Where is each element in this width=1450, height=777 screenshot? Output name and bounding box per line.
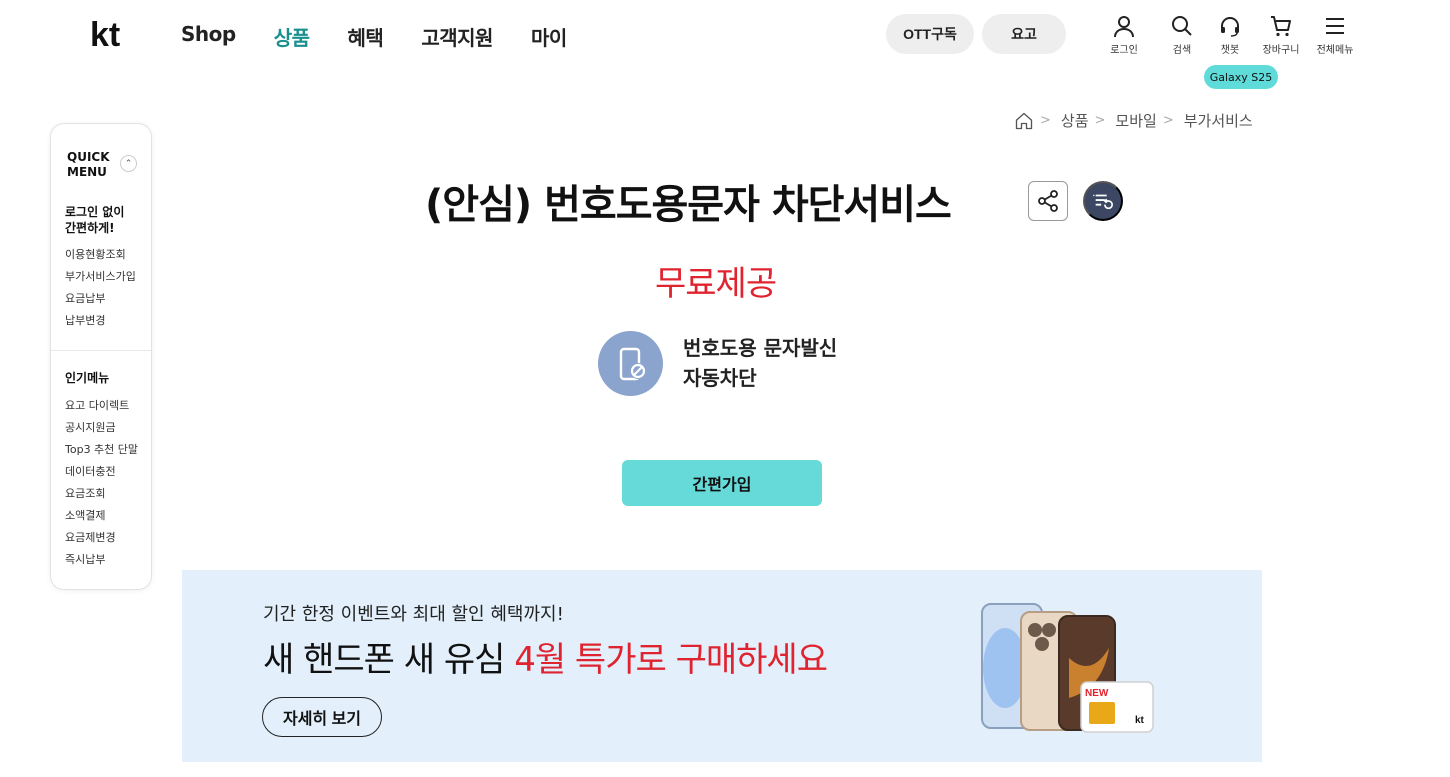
breadcrumb-addon-service[interactable]: 부가서비스 <box>1184 110 1253 131</box>
home-icon[interactable] <box>1014 111 1034 131</box>
quick-divider <box>51 350 151 351</box>
svg-text:kt: kt <box>90 18 120 52</box>
quick-section-title-line1: 로그인 없이 <box>65 205 125 219</box>
quick-menu-title-line2: MENU <box>67 165 107 179</box>
quick-menu: QUICK MENU ⌃ 로그인 없이 간편하게! 이용현황조회 부가서비스가입… <box>50 123 152 590</box>
banner-title-prefix: 새 핸드폰 새 유심 <box>263 640 515 680</box>
main-nav: Shop 상품 혜택 고객지원 마이 <box>181 22 605 51</box>
banner-subtitle: 기간 한정 이벤트와 최대 할인 혜택까지! <box>263 604 564 625</box>
quick-menu-title-line1: QUICK <box>67 150 110 164</box>
login-label: 로그인 <box>1110 45 1138 56</box>
banner-title: 새 핸드폰 새 유심 4월 특가로 구매하세요 <box>263 632 828 681</box>
list-button[interactable] <box>1083 181 1123 221</box>
quick-list-popular: 요고 다이렉트 공시지원금 Top3 추천 단말 데이터충전 요금조회 소액결제… <box>65 395 138 571</box>
phones-sim-image: NEW kt <box>981 603 1154 733</box>
quick-item-usage[interactable]: 이용현황조회 <box>65 244 136 266</box>
nav-support[interactable]: 고객지원 <box>421 22 493 51</box>
login-button[interactable]: 로그인 <box>1094 14 1154 56</box>
breadcrumb-products[interactable]: 상품 <box>1061 110 1089 131</box>
list-return-icon <box>1093 194 1113 210</box>
yogo-button[interactable]: 요고 <box>982 14 1066 54</box>
headset-icon <box>1221 17 1239 37</box>
cart-label: 장바구니 <box>1262 45 1300 56</box>
phone-block-icon <box>598 331 663 396</box>
quick-section-title-line2: 간편하게! <box>65 221 115 235</box>
page-title: (안심) 번호도용문자 차단서비스 <box>425 182 952 228</box>
quick-item-subsidy[interactable]: 공시지원금 <box>65 417 138 439</box>
promo-banner[interactable]: 기간 한정 이벤트와 최대 할인 혜택까지! 새 핸드폰 새 유심 4월 특가로… <box>182 570 1262 762</box>
quick-menu-title: QUICK MENU <box>67 150 110 180</box>
quick-section-popular: 인기메뉴 <box>65 371 110 385</box>
all-menu-button[interactable]: 전체메뉴 <box>1305 14 1365 56</box>
quick-item-data-charge[interactable]: 데이터충전 <box>65 461 138 483</box>
quick-item-plan-change[interactable]: 요금제변경 <box>65 527 138 549</box>
price-text: 무료제공 <box>655 264 777 304</box>
cart-button[interactable]: 장바구니 <box>1251 14 1311 56</box>
svg-text:NEW: NEW <box>1085 688 1109 699</box>
chatbot-label: 챗봇 <box>1220 45 1240 56</box>
breadcrumb-mobile[interactable]: 모바일 <box>1115 110 1156 131</box>
quick-list-no-login: 이용현황조회 부가서비스가입 요금납부 납부변경 <box>65 244 136 332</box>
quick-item-payment-change[interactable]: 납부변경 <box>65 310 136 332</box>
galaxy-s25-badge[interactable]: Galaxy S25 <box>1204 65 1278 89</box>
search-label: 검색 <box>1172 45 1192 56</box>
nav-my[interactable]: 마이 <box>531 22 567 51</box>
svg-text:kt: kt <box>1135 715 1145 726</box>
easy-join-button[interactable]: 간편가입 <box>622 460 822 506</box>
chevron-right-icon: > <box>1162 113 1174 128</box>
breadcrumb: > 상품 > 모바일 > 부가서비스 <box>1014 110 1253 131</box>
quick-item-addon-join[interactable]: 부가서비스가입 <box>65 266 136 288</box>
chevron-right-icon: > <box>1094 113 1106 128</box>
quick-item-top3[interactable]: Top3 추천 단말 <box>65 439 138 461</box>
nav-benefits[interactable]: 혜택 <box>348 22 384 51</box>
kt-logo[interactable]: kt <box>90 16 130 54</box>
ott-subscription-button[interactable]: OTT구독 <box>886 14 974 54</box>
feature-line2: 자동차단 <box>683 366 757 390</box>
share-button[interactable] <box>1028 181 1068 221</box>
quick-item-instant-pay[interactable]: 즉시납부 <box>65 549 138 571</box>
cart-icon <box>1271 16 1291 37</box>
quick-section-no-login: 로그인 없이 간편하게! <box>65 204 124 236</box>
share-icon <box>1038 190 1058 212</box>
quick-item-payment[interactable]: 요금납부 <box>65 288 136 310</box>
search-icon <box>1172 16 1192 36</box>
chevron-up-icon[interactable]: ⌃ <box>120 155 137 172</box>
person-icon <box>1114 16 1134 38</box>
nav-products[interactable]: 상품 <box>274 22 310 51</box>
view-details-button[interactable]: 자세히 보기 <box>262 697 382 737</box>
feature-description: 번호도용 문자발신 자동차단 <box>683 333 837 393</box>
chevron-right-icon: > <box>1040 113 1051 128</box>
quick-item-bill-check[interactable]: 요금조회 <box>65 483 138 505</box>
all-menu-label: 전체메뉴 <box>1316 45 1354 56</box>
menu-icon <box>1326 18 1344 34</box>
feature-line1: 번호도용 문자발신 <box>683 336 838 360</box>
quick-item-yogo-direct[interactable]: 요고 다이렉트 <box>65 395 138 417</box>
nav-shop[interactable]: Shop <box>181 22 236 51</box>
banner-title-highlight: 4월 특가로 구매하세요 <box>514 640 828 680</box>
quick-item-micropayment[interactable]: 소액결제 <box>65 505 138 527</box>
